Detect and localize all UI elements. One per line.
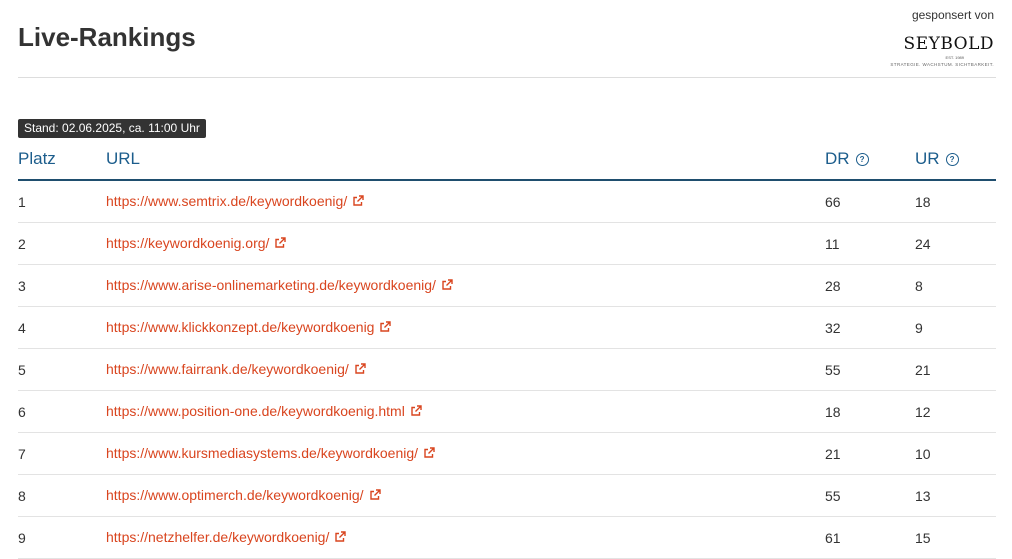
table-row: 6 https://www.position-one.de/keywordkoen… [18, 390, 996, 433]
cell-ur: 12 [915, 390, 996, 433]
logo-tagline: STRATEGIE. WACHSTUM. SICHTBARKEIT. [890, 62, 994, 67]
cell-dr: 18 [825, 390, 915, 433]
url-text: https://www.position-one.de/keywordkoeni… [106, 403, 405, 419]
stand-badge: Stand: 02.06.2025, ca. 11:00 Uhr [18, 119, 206, 138]
url-text: https://www.optimerch.de/keywordkoenig/ [106, 487, 364, 503]
cell-platz: 7 [18, 432, 106, 475]
cell-dr: 28 [825, 264, 915, 307]
url-text: https://www.arise-onlinemarketing.de/key… [106, 277, 436, 293]
column-header-url: URL [106, 138, 825, 181]
cell-platz: 9 [18, 516, 106, 559]
table-row: 3 https://www.arise-onlinemarketing.de/ke… [18, 264, 996, 307]
table-row: 2 https://keywordkoenig.org/11 24 [18, 222, 996, 265]
cell-dr: 32 [825, 306, 915, 349]
cell-platz: 4 [18, 306, 106, 349]
cell-dr: 61 [825, 516, 915, 559]
ranking-url-link[interactable]: https://www.optimerch.de/keywordkoenig/ [106, 487, 381, 503]
column-header-platz: Platz [18, 138, 106, 181]
cell-url: https://www.semtrix.de/keywordkoenig/ [106, 180, 825, 223]
cell-dr: 66 [825, 180, 915, 223]
cell-ur: 13 [915, 474, 996, 517]
cell-platz: 3 [18, 264, 106, 307]
table-header-row: Platz URL DR? UR? [18, 138, 996, 181]
header-divider [18, 77, 996, 78]
column-header-ur: UR? [915, 138, 996, 181]
sponsor-label: gesponsert von [911, 8, 994, 22]
cell-dr: 55 [825, 474, 915, 517]
external-link-icon [379, 320, 392, 336]
url-text: https://netzhelfer.de/keywordkoenig/ [106, 529, 330, 545]
cell-url: https://www.fairrank.de/keywordkoenig/ [106, 348, 825, 391]
logo-name: SEYBOLD [903, 34, 994, 54]
ranking-url-link[interactable]: https://www.kursmediasystems.de/keywordk… [106, 445, 435, 461]
external-link-icon [423, 446, 435, 462]
cell-ur: 10 [915, 432, 996, 475]
cell-ur: 8 [915, 264, 996, 307]
cell-ur: 24 [915, 222, 996, 265]
url-text: https://www.fairrank.de/keywordkoenig/ [106, 361, 349, 377]
cell-platz: 6 [18, 390, 106, 433]
table-row: 4 https://www.klickkonzept.de/keywordkoen… [18, 306, 996, 349]
cell-dr: 55 [825, 348, 915, 391]
external-link-icon [274, 236, 287, 252]
ranking-url-link[interactable]: https://www.klickkonzept.de/keywordkoeni… [106, 319, 392, 336]
cell-ur: 21 [915, 348, 996, 391]
cell-url: https://www.optimerch.de/keywordkoenig/ [106, 474, 825, 517]
cell-url: https://keywordkoenig.org/ [106, 222, 825, 265]
table-body: 1 https://www.semtrix.de/keywordkoenig/66… [18, 180, 996, 559]
url-text: https://www.semtrix.de/keywordkoenig/ [106, 193, 348, 209]
logo-est: EST. 1989 [945, 55, 964, 60]
cell-url: https://www.arise-onlinemarketing.de/key… [106, 264, 825, 307]
ranking-url-link[interactable]: https://netzhelfer.de/keywordkoenig/ [106, 529, 347, 546]
external-link-icon [354, 362, 366, 378]
url-text: https://www.kursmediasystems.de/keywordk… [106, 445, 419, 461]
cell-ur: 15 [915, 516, 996, 559]
external-link-icon [441, 278, 453, 294]
cell-platz: 2 [18, 222, 106, 265]
question-circle-icon[interactable]: ? [855, 152, 869, 166]
external-link-icon [334, 530, 347, 546]
cell-platz: 1 [18, 180, 106, 223]
ranking-url-link[interactable]: https://www.fairrank.de/keywordkoenig/ [106, 361, 366, 377]
page-title: Live-Rankings [18, 22, 196, 52]
cell-ur: 18 [915, 180, 996, 223]
url-text: https://www.klickkonzept.de/keywordkoeni… [106, 319, 375, 335]
external-link-icon [352, 194, 364, 210]
rankings-table: Platz URL DR? UR? 1 https://www.semtrix.d… [18, 138, 996, 559]
cell-ur: 9 [915, 306, 996, 349]
column-header-dr: DR? [825, 138, 915, 181]
cell-url: https://www.kursmediasystems.de/keywordk… [106, 432, 825, 475]
cell-dr: 11 [825, 222, 915, 265]
cell-dr: 21 [825, 432, 915, 475]
sponsor-block: gesponsert von SEYBOLD EST. 1989 STRATEG… [884, 8, 994, 67]
table-row: 9 https://netzhelfer.de/keywordkoenig/61 1… [18, 516, 996, 559]
ranking-url-link[interactable]: https://www.position-one.de/keywordkoeni… [106, 403, 422, 419]
table-row: 8 https://www.optimerch.de/keywordkoenig/… [18, 474, 996, 517]
cell-url: https://netzhelfer.de/keywordkoenig/ [106, 516, 825, 559]
ranking-url-link[interactable]: https://keywordkoenig.org/ [106, 235, 287, 252]
cell-url: https://www.klickkonzept.de/keywordkoeni… [106, 306, 825, 349]
table-row: 1 https://www.semtrix.de/keywordkoenig/66… [18, 180, 996, 223]
ranking-url-link[interactable]: https://www.arise-onlinemarketing.de/key… [106, 277, 453, 293]
ranking-url-link[interactable]: https://www.semtrix.de/keywordkoenig/ [106, 193, 364, 209]
cell-url: https://www.position-one.de/keywordkoeni… [106, 390, 825, 433]
url-text: https://keywordkoenig.org/ [106, 235, 270, 251]
sponsor-logo[interactable]: SEYBOLD EST. 1989 STRATEGIE. WACHSTUM. S… [884, 34, 994, 67]
cell-platz: 8 [18, 474, 106, 517]
table-row: 5 https://www.fairrank.de/keywordkoenig/5… [18, 348, 996, 391]
table-row: 7 https://www.kursmediasystems.de/keyword… [18, 432, 996, 475]
question-circle-icon[interactable]: ? [945, 152, 959, 166]
cell-platz: 5 [18, 348, 106, 391]
external-link-icon [369, 488, 381, 504]
external-link-icon [410, 404, 422, 420]
